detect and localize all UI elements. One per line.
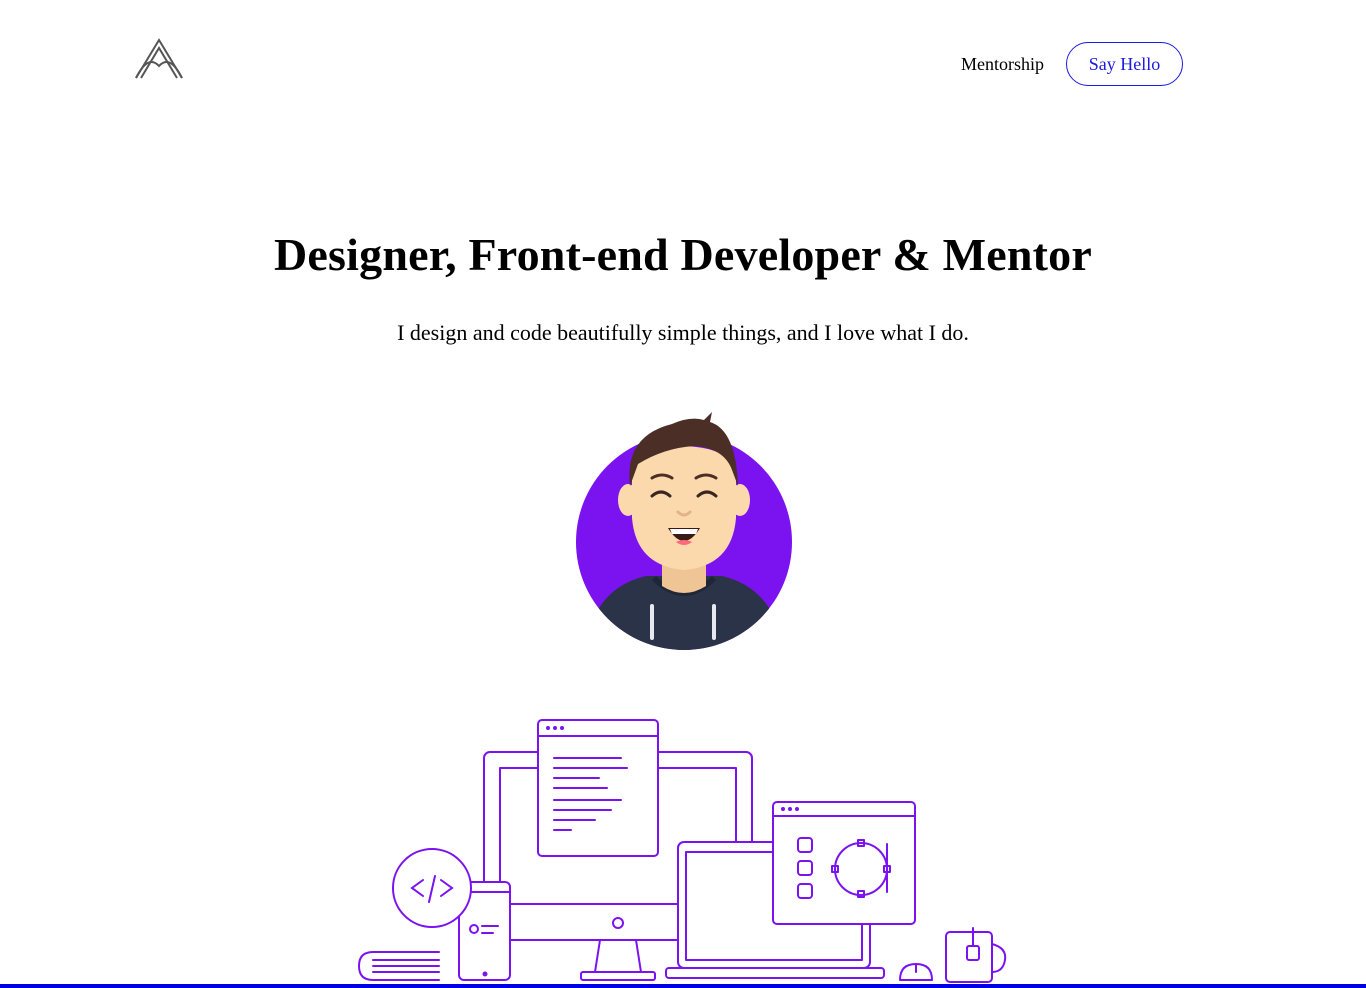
page-title: Designer, Front-end Developer & Mentor [274, 229, 1092, 280]
hero-subtitle: I design and code beautifully simple thi… [397, 320, 969, 345]
nav-link-mentorship[interactable]: Mentorship [961, 54, 1044, 75]
say-hello-button[interactable]: Say Hello [1066, 42, 1183, 86]
logo-mark-icon[interactable] [132, 36, 186, 82]
avatar [576, 412, 792, 650]
bottom-accent-bar [0, 984, 1366, 988]
top-nav: Mentorship Say Hello [961, 42, 1183, 86]
devices-illustration [358, 719, 1007, 983]
